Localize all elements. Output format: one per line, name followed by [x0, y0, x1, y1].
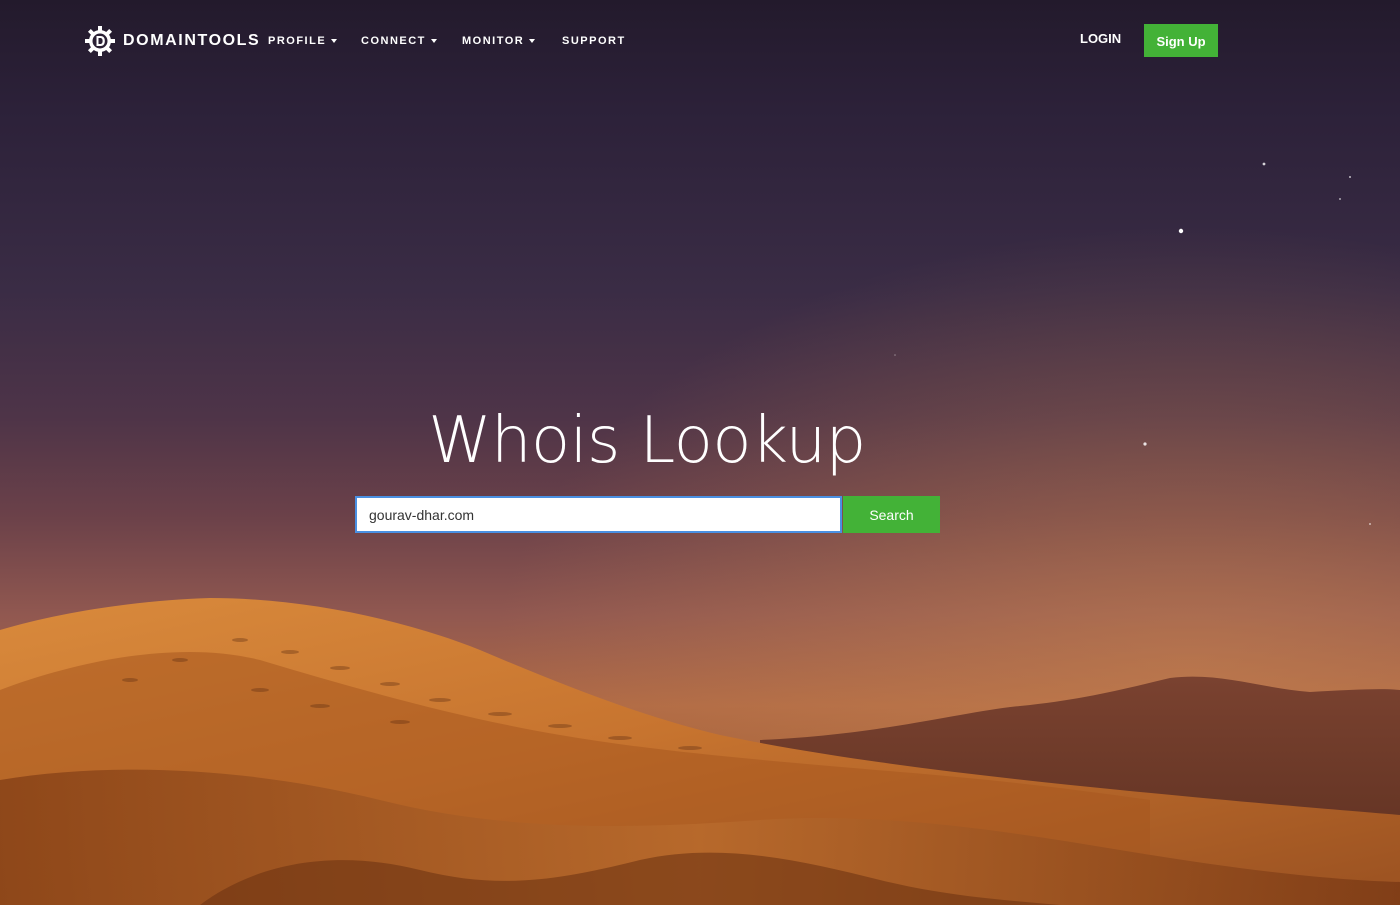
- caret-down-icon: [529, 39, 536, 43]
- nav-item-label: CONNECT: [361, 35, 426, 47]
- nav-item-label: SUPPORT: [562, 35, 626, 47]
- caret-down-icon: [430, 39, 437, 43]
- caret-down-icon: [331, 39, 338, 43]
- sign-up-button[interactable]: Sign Up: [1144, 24, 1218, 57]
- login-link[interactable]: LOGIN: [1080, 31, 1121, 49]
- search-button[interactable]: Search: [843, 496, 940, 533]
- brand-name: DOMAINTOOLS: [123, 32, 261, 49]
- nav-item-label: PROFILE: [268, 35, 327, 47]
- nav-item-support[interactable]: SUPPORT: [562, 33, 626, 49]
- page-title: Whois Lookup: [428, 404, 866, 478]
- brand-logo[interactable]: DOMAINTOOLS: [83, 24, 260, 58]
- nav-item-monitor[interactable]: MONITOR: [462, 33, 536, 49]
- nav-item-connect[interactable]: CONNECT: [361, 33, 437, 49]
- domaintools-gear-icon: [85, 26, 115, 56]
- nav-item-profile[interactable]: PROFILE: [268, 33, 338, 49]
- nav-item-label: MONITOR: [462, 35, 525, 47]
- domain-search-input[interactable]: [355, 496, 842, 533]
- top-navbar: DOMAINTOOLS PROFILE CONNECT MONITOR SUPP…: [0, 0, 1400, 80]
- page: DOMAINTOOLS PROFILE CONNECT MONITOR SUPP…: [0, 0, 1400, 905]
